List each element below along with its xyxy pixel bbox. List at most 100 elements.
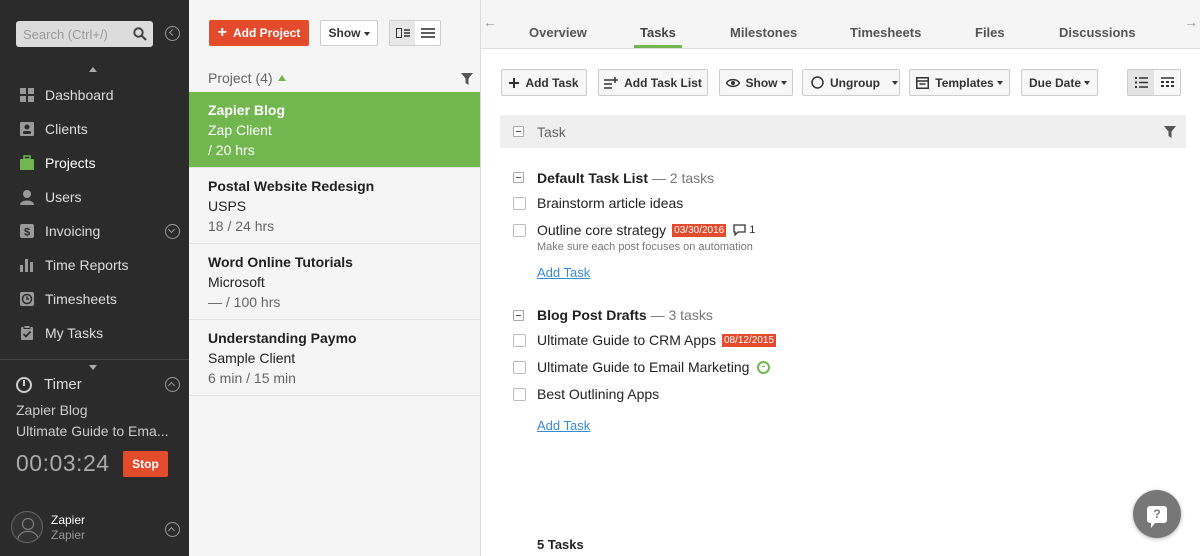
help-button[interactable]: ? [1133,490,1181,538]
list-name: Default Task List [537,170,648,186]
show-label: Show [328,26,361,40]
caret-down-icon [363,31,370,36]
expand-invoicing-icon[interactable] [165,224,180,239]
nav-label: Invoicing [45,223,101,239]
search-icon[interactable] [133,27,147,41]
project-client: Microsoft [208,274,265,290]
search-box [16,21,153,47]
dashboard-icon [19,87,35,103]
nav-label: My Tasks [45,325,104,341]
nav-invoicing[interactable]: $ Invoicing [0,214,189,248]
collapse-list-icon[interactable] [513,172,524,183]
tab-bar: ← Overview Tasks Milestones Timesheets F… [481,0,1200,49]
project-count: Project (4) [208,70,273,86]
nav-clients[interactable]: Clients [0,112,189,146]
task-column-header: Task [500,115,1186,148]
tab-overview[interactable]: Overview [529,25,587,40]
collapse-sidebar-icon[interactable] [165,26,180,41]
nav-timesheets[interactable]: Timesheets [0,282,189,316]
project-client: Sample Client [208,350,296,366]
svg-text:$: $ [24,227,30,239]
list-view-button[interactable] [415,21,440,45]
tab-files[interactable]: Files [975,25,1005,40]
time-reports-icon [19,257,35,273]
tab-timesheets[interactable]: Timesheets [850,25,921,40]
filter-icon[interactable] [461,73,473,85]
ungroup-button[interactable]: Ungroup [802,69,900,96]
project-name: Understanding Paymo [208,330,357,346]
task-checkbox[interactable] [513,224,526,237]
sort-due-date-button[interactable]: Due Date [1021,69,1098,96]
add-task-link[interactable]: Add Task [537,265,590,280]
collapse-timer-icon[interactable] [165,377,180,392]
task-checkbox[interactable] [513,334,526,347]
task-list-title[interactable]: Default Task List — 2 tasks [537,170,714,186]
divider [0,359,189,360]
scroll-down-icon[interactable] [89,365,97,370]
add-task-link[interactable]: Add Task [537,418,590,433]
tab-milestones[interactable]: Milestones [730,25,797,40]
tab-scroll-right-icon[interactable]: → [1182,14,1200,34]
nav-my-tasks[interactable]: My Tasks [0,316,189,350]
templates-button[interactable]: Templates [909,69,1010,96]
task-checkbox[interactable] [513,361,526,374]
nav-dashboard[interactable]: Dashboard [0,78,189,112]
collapse-list-icon[interactable] [513,310,524,321]
avatar[interactable] [11,511,43,543]
project-hours: / 20 hrs [208,142,255,158]
add-task-button[interactable]: Add Task [501,69,587,96]
tab-scroll-left-icon[interactable]: ← [481,14,499,34]
project-sort-header[interactable]: Project (4) [208,70,286,86]
split-view-button[interactable] [390,21,415,45]
collapse-all-icon[interactable] [513,126,524,137]
list-layout-button[interactable] [1128,70,1154,95]
scroll-up-icon[interactable] [89,67,97,72]
project-list-panel: + Add Project Show Project (4) Zapier Bl… [189,0,481,556]
task-row[interactable]: Brainstorm article ideas [537,195,683,211]
user-name[interactable]: Zapier [51,513,85,527]
task-row[interactable]: Ultimate Guide to Email Marketing [537,359,771,375]
nav-time-reports[interactable]: Time Reports [0,248,189,282]
project-name: Postal Website Redesign [208,178,375,194]
task-title: Ultimate Guide to Email Marketing [537,359,750,375]
project-item-word-online[interactable]: Word Online Tutorials Microsoft — / 100 … [189,244,480,320]
tab-tasks[interactable]: Tasks [640,25,676,40]
project-hours: 18 / 24 hrs [208,218,275,234]
list-name: Blog Post Drafts [537,307,647,323]
board-layout-button[interactable] [1154,70,1180,95]
add-task-list-button[interactable]: Add Task List [598,69,708,96]
split-view-icon [395,28,410,38]
task-row[interactable]: Ultimate Guide to CRM Apps 08/12/2015 [537,332,777,348]
project-item-zapier-blog[interactable]: Zapier Blog Zap Client / 20 hrs [189,92,480,168]
caret-down-icon [892,80,898,85]
project-item-postal-website[interactable]: Postal Website Redesign USPS 18 / 24 hrs [189,168,480,244]
task-row[interactable]: Best Outlining Apps [537,386,659,402]
task-row[interactable]: Outline core strategy 03/30/2016 1 [537,222,755,238]
comments-indicator[interactable]: 1 [733,224,755,236]
comment-icon [733,224,746,236]
nav-projects[interactable]: Projects [0,146,189,180]
add-project-button[interactable]: + Add Project [209,20,309,46]
caret-down-icon [996,80,1003,85]
nav-users[interactable]: Users [0,180,189,214]
nav-label: Clients [45,121,88,137]
task-title: Ultimate Guide to CRM Apps [537,332,716,348]
project-name: Word Online Tutorials [208,254,353,270]
timer-project[interactable]: Zapier Blog [16,402,88,418]
filter-icon[interactable] [1164,126,1176,138]
user-menu-icon[interactable] [165,522,180,537]
show-button[interactable]: Show [719,69,793,96]
task-list-title[interactable]: Blog Post Drafts — 3 tasks [537,307,713,323]
show-filter-button[interactable]: Show [320,20,378,46]
task-checkbox[interactable] [513,197,526,210]
tab-discussions[interactable]: Discussions [1059,25,1136,40]
task-title: Outline core strategy [537,222,667,238]
stop-timer-button[interactable]: Stop [123,451,168,477]
project-item-understanding-paymo[interactable]: Understanding Paymo Sample Client 6 min … [189,320,480,396]
running-timer-icon[interactable] [757,360,771,374]
task-checkbox[interactable] [513,388,526,401]
timer-icon [16,376,32,393]
timer-task[interactable]: Ultimate Guide to Ema... [16,423,176,439]
project-hours: 6 min / 15 min [208,370,296,386]
active-tab-indicator [634,45,682,48]
